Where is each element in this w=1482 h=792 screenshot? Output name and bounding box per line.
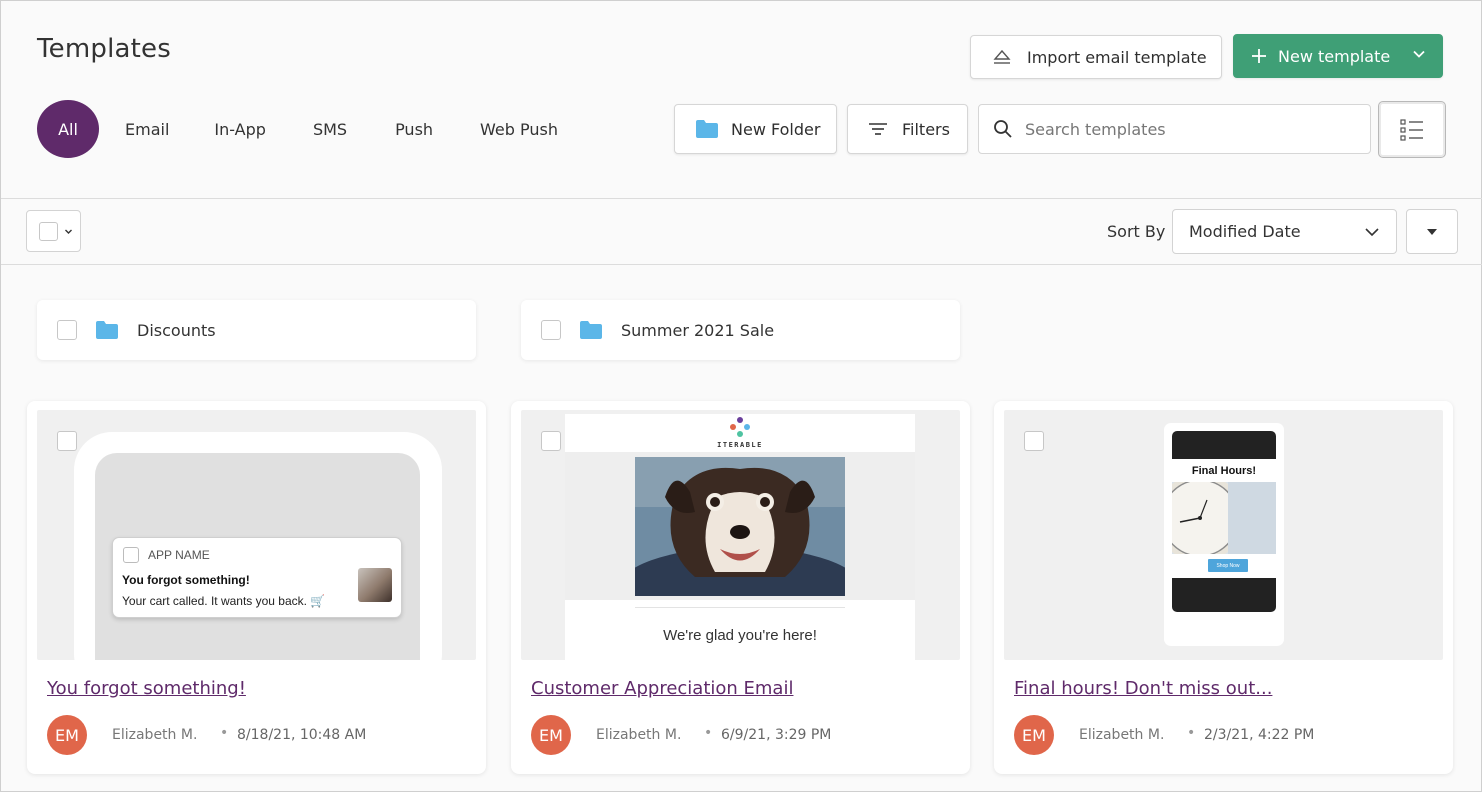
avatar: EM xyxy=(1014,715,1054,755)
email-logo-area: ITERABLE xyxy=(565,414,915,452)
template-author: Elizabeth M. xyxy=(112,727,198,743)
folder-name: Discounts xyxy=(137,320,216,340)
notification-body: Your cart called. It wants you back. 🛒 xyxy=(122,594,326,608)
email-logo-text: ITERABLE xyxy=(717,441,763,449)
new-template-button[interactable]: New template xyxy=(1233,34,1443,78)
meta-separator-dot: • xyxy=(220,725,229,741)
import-email-template-label: Import email template xyxy=(1027,47,1207,67)
tab-push[interactable]: Push xyxy=(395,100,433,158)
template-modified-date: 8/18/21, 10:48 AM xyxy=(237,727,367,743)
template-checkbox[interactable] xyxy=(541,431,561,451)
template-author: Elizabeth M. xyxy=(1079,727,1165,743)
folder-card[interactable]: Discounts xyxy=(37,300,476,360)
meta-separator-dot: • xyxy=(704,725,713,741)
sort-by-label: Sort By xyxy=(1107,222,1166,241)
avatar: EM xyxy=(531,715,571,755)
sort-direction-button[interactable] xyxy=(1406,209,1458,254)
email-greeting: We're glad you're here! xyxy=(663,627,817,644)
caret-down-icon xyxy=(64,227,73,236)
list-view-toggle-button[interactable] xyxy=(1378,101,1446,158)
select-all-checkbox[interactable] xyxy=(39,221,58,241)
chevron-down-icon[interactable] xyxy=(1412,47,1426,61)
search-box xyxy=(978,104,1371,154)
dog-photo xyxy=(635,457,845,596)
template-title-link[interactable]: Customer Appreciation Email xyxy=(531,678,793,699)
shop-now-button-preview: Shop Now xyxy=(1208,559,1248,572)
folder-icon xyxy=(695,119,719,139)
chevron-down-icon xyxy=(1364,224,1380,240)
tab-email[interactable]: Email xyxy=(125,100,169,158)
tab-all[interactable]: All xyxy=(37,100,99,158)
page-title: Templates xyxy=(37,34,171,64)
tab-web-push[interactable]: Web Push xyxy=(480,100,558,158)
template-type-tabs: All Email In-App SMS Push Web Push xyxy=(37,100,558,158)
import-email-template-button[interactable]: Import email template xyxy=(970,35,1222,79)
email-headline: Final Hours! xyxy=(1191,465,1257,477)
template-preview-mobile-email[interactable]: Final Hours! Shop Now xyxy=(1004,410,1443,660)
toolbar-divider xyxy=(1,264,1482,265)
template-checkbox[interactable] xyxy=(1024,431,1044,451)
notification-thumbnail xyxy=(358,568,392,602)
tab-in-app[interactable]: In-App xyxy=(214,100,266,158)
list-view-icon xyxy=(1399,118,1425,142)
folder-icon xyxy=(579,320,603,340)
folder-name: Summer 2021 Sale xyxy=(621,320,775,340)
iterable-logo-icon xyxy=(729,416,751,438)
template-preview-email[interactable]: ITERABLE We're glad you're here! xyxy=(521,410,960,660)
folder-icon xyxy=(95,320,119,340)
folder-checkbox[interactable] xyxy=(57,320,77,340)
app-name: APP NAME xyxy=(148,548,210,562)
new-template-label: New template xyxy=(1278,46,1391,66)
clock-photo xyxy=(1172,482,1276,554)
avatar: EM xyxy=(47,715,87,755)
tab-sms[interactable]: SMS xyxy=(313,100,347,158)
new-folder-label: New Folder xyxy=(731,119,821,139)
caret-down-icon xyxy=(1426,228,1438,236)
push-notification-preview: APP NAME You forgot something! Your cart… xyxy=(112,537,402,618)
app-icon xyxy=(123,547,139,563)
templates-page: Templates Import email template New temp… xyxy=(0,0,1482,792)
template-title-link[interactable]: You forgot something! xyxy=(47,678,246,699)
template-modified-date: 6/9/21, 3:29 PM xyxy=(721,727,832,743)
filters-label: Filters xyxy=(902,119,950,139)
new-folder-button[interactable]: New Folder xyxy=(674,104,837,154)
template-title-link[interactable]: Final hours! Don't miss out... xyxy=(1014,678,1272,699)
template-checkbox[interactable] xyxy=(57,431,77,451)
folder-card[interactable]: Summer 2021 Sale xyxy=(521,300,960,360)
template-card[interactable]: APP NAME You forgot something! Your cart… xyxy=(27,401,486,774)
sort-by-value: Modified Date xyxy=(1189,222,1301,241)
search-icon xyxy=(993,119,1013,139)
eject-upload-icon xyxy=(991,48,1013,66)
template-card[interactable]: ITERABLE We're glad you're here! Custome… xyxy=(511,401,970,774)
email-preview: ITERABLE We're glad you're here! xyxy=(565,414,915,660)
template-author: Elizabeth M. xyxy=(596,727,682,743)
template-card[interactable]: Final Hours! Shop Now Final hours! Don't… xyxy=(994,401,1453,774)
meta-separator-dot: • xyxy=(1187,725,1196,741)
email-divider xyxy=(635,607,845,608)
filters-button[interactable]: Filters xyxy=(847,104,968,154)
notification-title: You forgot something! xyxy=(122,573,250,587)
template-modified-date: 2/3/21, 4:22 PM xyxy=(1204,727,1315,743)
filter-lines-icon xyxy=(868,121,888,137)
phone-screen: Final Hours! Shop Now xyxy=(1172,431,1276,612)
sort-by-select[interactable]: Modified Date xyxy=(1172,209,1397,254)
plus-icon xyxy=(1250,47,1268,65)
search-input[interactable] xyxy=(1025,119,1345,139)
header-divider xyxy=(1,198,1482,199)
select-all-dropdown[interactable] xyxy=(26,210,81,252)
folder-checkbox[interactable] xyxy=(541,320,561,340)
template-preview-in-app[interactable]: APP NAME You forgot something! Your cart… xyxy=(37,410,476,660)
